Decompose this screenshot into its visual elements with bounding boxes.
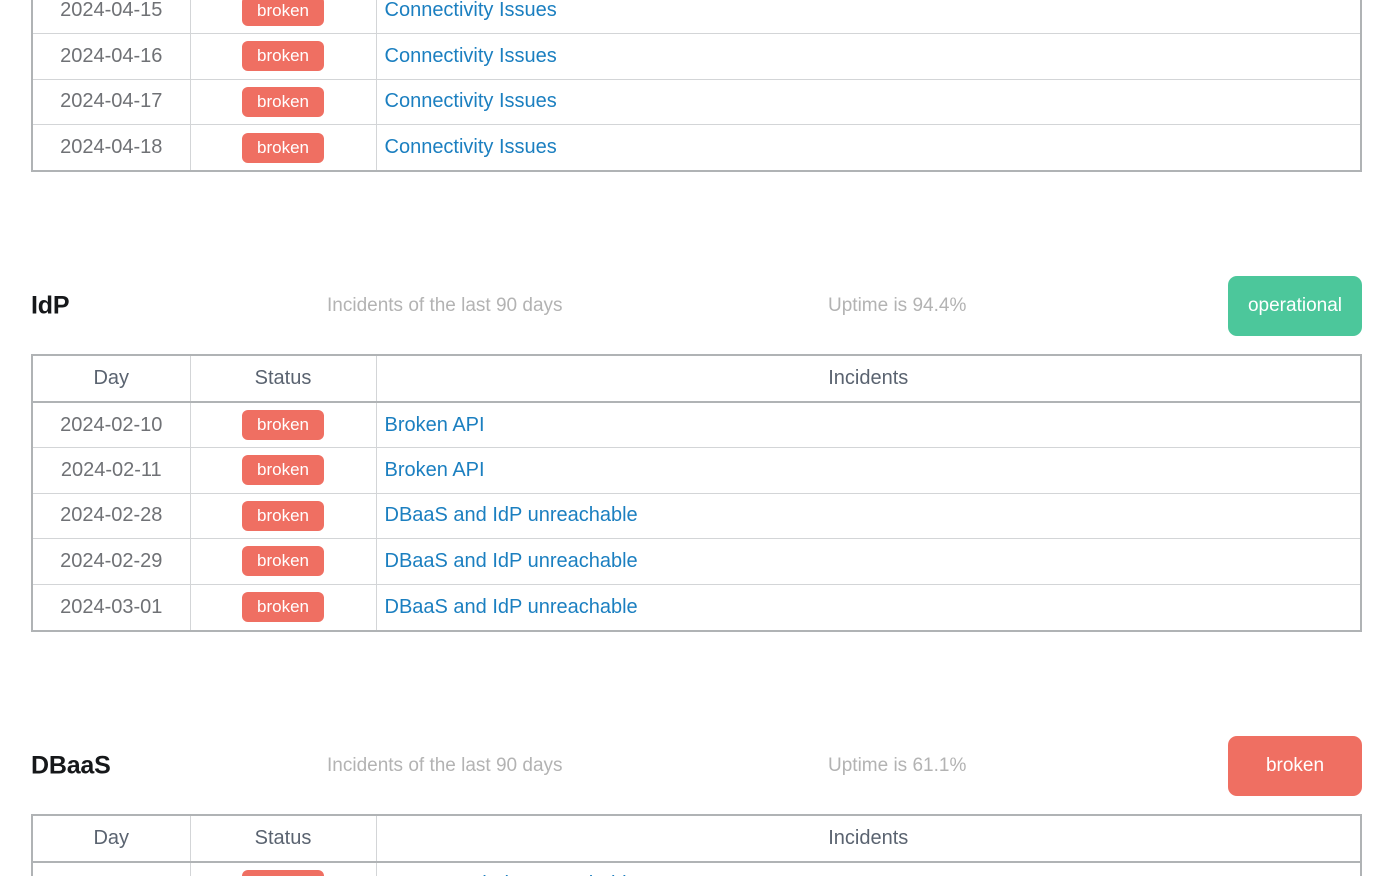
incident-status-cell: broken [190, 862, 376, 876]
status-badge: broken [242, 87, 324, 117]
status-page-viewport: 2024-04-15brokenConnectivity Issues2024-… [0, 0, 1393, 876]
uptime-label: Uptime is 61.1% [828, 755, 966, 777]
table-row: 2024-02-28 broken DBaaS and IdP unreachabl… [33, 493, 1360, 539]
column-header-incidents: Incidents [376, 816, 1360, 862]
table-row: 2024-04-17 broken Connectivity Issues [33, 79, 1360, 125]
incident-status-cell: broken [190, 584, 376, 630]
incident-link[interactable]: Connectivity Issues [385, 90, 557, 112]
incident-day: 2024-04-18 [33, 125, 190, 171]
incident-link[interactable]: Broken API [385, 414, 485, 436]
table-header-row: DayStatusIncidents [33, 356, 1360, 402]
service-status-badge: broken [1228, 736, 1362, 796]
service-status-badge: operational [1228, 276, 1362, 336]
column-header-status: Status [190, 816, 376, 862]
column-header-day: Day [33, 816, 190, 862]
incident-cell: Broken API [376, 448, 1360, 494]
status-badge: broken [242, 0, 324, 26]
column-header-day: Day [33, 356, 190, 402]
incident-link[interactable]: DBaaS and IdP unreachable [385, 550, 638, 572]
incidents-period-label: Incidents of the last 90 days [327, 755, 563, 777]
section-spacer [0, 172, 1393, 258]
incident-cell: DBaaS and IdP unreachable [376, 584, 1360, 630]
incident-link[interactable]: Connectivity Issues [385, 0, 557, 21]
incident-cell: DBaaS and IdP unreachable [376, 493, 1360, 539]
table-row: 2024-04-16 broken Connectivity Issues [33, 34, 1360, 80]
uptime-label: Uptime is 94.4% [828, 295, 966, 317]
incident-day: 2024-02-28 [33, 862, 190, 876]
incident-status-cell: broken [190, 0, 376, 34]
column-header-status: Status [190, 356, 376, 402]
incident-link[interactable]: Connectivity Issues [385, 136, 557, 158]
status-badge: broken [242, 501, 324, 531]
status-badge: broken [242, 592, 324, 622]
section-spacer [0, 632, 1393, 718]
status-badge: broken [242, 455, 324, 485]
status-badge: broken [242, 410, 324, 440]
incident-day: 2024-02-29 [33, 539, 190, 585]
incident-status-cell: broken [190, 448, 376, 494]
status-badge: broken [242, 546, 324, 576]
incidents-period-label: Incidents of the last 90 days [327, 295, 563, 317]
table-header-row: DayStatusIncidents [33, 816, 1360, 862]
incident-day: 2024-02-11 [33, 448, 190, 494]
incident-day: 2024-02-28 [33, 493, 190, 539]
incident-table: DayStatusIncidents2024-02-10brokenBroken… [31, 354, 1362, 632]
table-row: 2024-02-29 broken DBaaS and IdP unreachabl… [33, 539, 1360, 585]
incident-cell: Broken API [376, 402, 1360, 448]
incident-status-cell: broken [190, 402, 376, 448]
incident-cell: Connectivity Issues [376, 125, 1360, 171]
incident-status-cell: broken [190, 539, 376, 585]
status-page-content: 2024-04-15brokenConnectivity Issues2024-… [0, 0, 1393, 876]
incident-day: 2024-03-01 [33, 584, 190, 630]
incident-table: 2024-04-15brokenConnectivity Issues2024-… [31, 0, 1362, 172]
incident-link[interactable]: DBaaS and IdP unreachable [385, 596, 638, 618]
incident-cell: Connectivity Issues [376, 34, 1360, 80]
status-badge: broken [242, 133, 324, 163]
table-row: 2024-04-18 broken Connectivity Issues [33, 125, 1360, 171]
incident-cell: Connectivity Issues [376, 79, 1360, 125]
service-section-header: IdP Incidents of the last 90 days Uptime i… [31, 258, 1362, 354]
incident-table: DayStatusIncidents2024-02-28brokenDBaaS … [31, 814, 1362, 876]
table-row: 2024-02-28 broken DBaaS and IdP unreachabl… [33, 862, 1360, 876]
incident-cell: Connectivity Issues [376, 0, 1360, 34]
column-header-incidents: Incidents [376, 356, 1360, 402]
status-badge: broken [242, 870, 324, 876]
incident-status-cell: broken [190, 493, 376, 539]
incident-day: 2024-04-17 [33, 79, 190, 125]
table-row: 2024-03-01 broken DBaaS and IdP unreachabl… [33, 584, 1360, 630]
table-row: 2024-04-15 broken Connectivity Issues [33, 0, 1360, 34]
incident-status-cell: broken [190, 34, 376, 80]
incident-link[interactable]: DBaaS and IdP unreachable [385, 504, 638, 526]
table-row: 2024-02-10 broken Broken API [33, 402, 1360, 448]
table-row: 2024-02-11 broken Broken API [33, 448, 1360, 494]
incident-cell: DBaaS and IdP unreachable [376, 862, 1360, 876]
service-name: IdP [31, 292, 69, 321]
incident-cell: DBaaS and IdP unreachable [376, 539, 1360, 585]
service-section-header: DBaaS Incidents of the last 90 days Uptime… [31, 718, 1362, 814]
status-badge: broken [242, 41, 324, 71]
incident-status-cell: broken [190, 125, 376, 171]
service-name: DBaaS [31, 751, 111, 780]
incident-link[interactable]: Connectivity Issues [385, 45, 557, 67]
incident-day: 2024-04-16 [33, 34, 190, 80]
incident-link[interactable]: Broken API [385, 459, 485, 481]
incident-day: 2024-04-15 [33, 0, 190, 34]
incident-status-cell: broken [190, 79, 376, 125]
incident-day: 2024-02-10 [33, 402, 190, 448]
